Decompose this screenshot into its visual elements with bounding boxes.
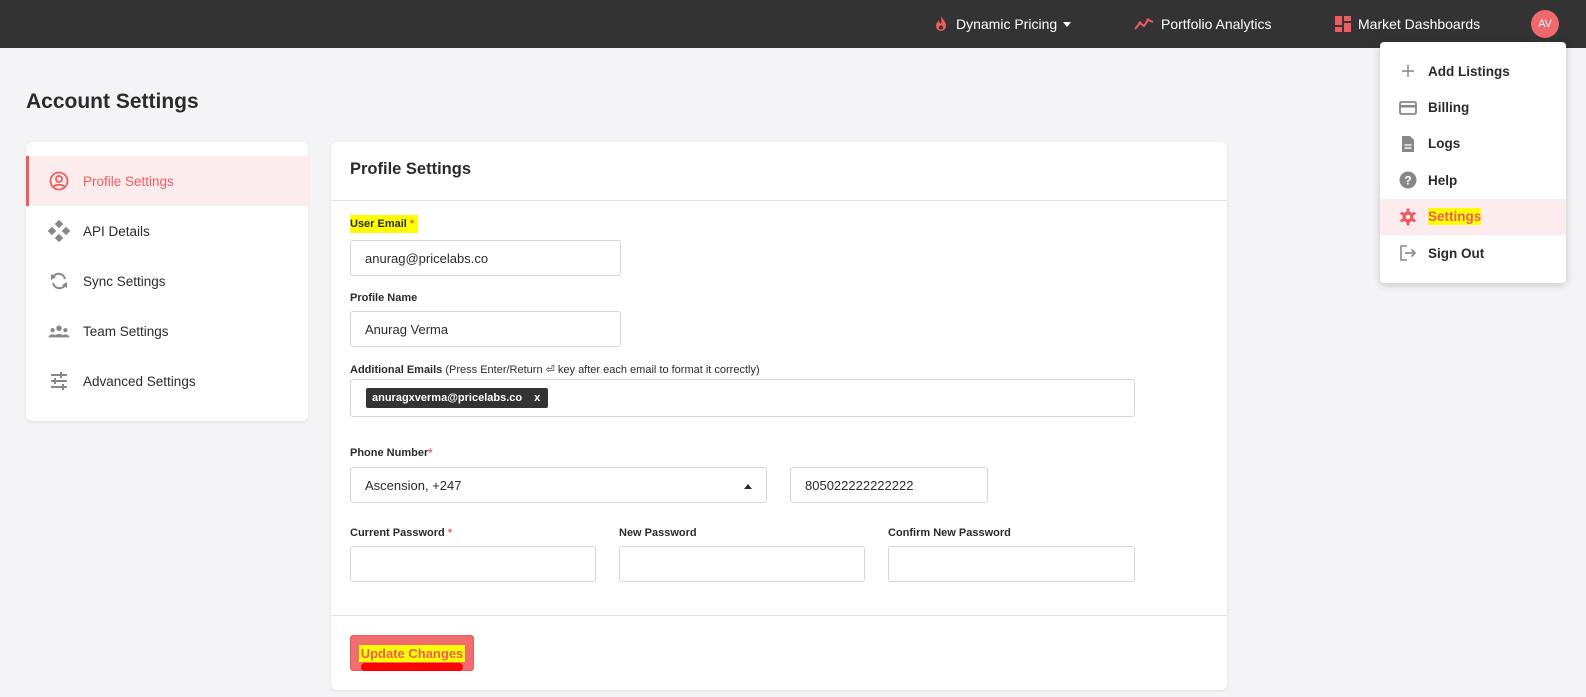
page-title: Account Settings	[26, 90, 199, 113]
nav-market-dashboards[interactable]: Market Dashboards	[1335, 0, 1480, 48]
divider	[331, 615, 1227, 616]
plus-icon	[1398, 61, 1418, 81]
sidebar-item-label: Advanced Settings	[83, 373, 196, 389]
menu-item-logs[interactable]: Logs	[1380, 126, 1566, 162]
sliders-icon	[48, 370, 70, 392]
additional-emails-label: Additional Emails (Press Enter/Return ⏎ …	[350, 363, 760, 376]
confirm-password-label: Confirm New Password	[888, 527, 1011, 539]
sidebar-item-label: Profile Settings	[83, 173, 174, 189]
menu-item-help[interactable]: ? Help	[1380, 162, 1566, 198]
additional-emails-label-text: Additional Emails	[350, 364, 443, 376]
settings-sidebar: Profile Settings API Details Sync Settin…	[26, 142, 308, 421]
email-tag-label: anuragxverma@pricelabs.co	[372, 392, 523, 404]
user-circle-icon	[48, 170, 70, 192]
sidebar-item-profile-settings[interactable]: Profile Settings	[26, 156, 308, 206]
required-mark: *	[428, 447, 433, 459]
gear-icon	[1398, 207, 1418, 227]
api-icon	[48, 220, 70, 242]
dashboard-icon	[1335, 16, 1351, 32]
team-icon	[48, 320, 70, 342]
card-title: Profile Settings	[350, 160, 472, 178]
additional-emails-input[interactable]: anuragxverma@pricelabs.co x	[350, 379, 1135, 417]
current-password-label: Current Password *	[350, 527, 452, 539]
sidebar-item-team-settings[interactable]: Team Settings	[26, 306, 308, 356]
help-icon: ?	[1398, 170, 1418, 190]
profile-name-label: Profile Name	[350, 292, 418, 304]
sidebar-item-api-details[interactable]: API Details	[26, 206, 308, 256]
profile-settings-card: Profile Settings User Email * anurag@pri…	[331, 142, 1227, 690]
menu-item-sign-out[interactable]: Sign Out	[1380, 235, 1566, 271]
new-password-label: New Password	[619, 527, 697, 539]
account-dropdown-menu: Add Listings Billing Logs ? Help Setting…	[1380, 42, 1566, 283]
user-email-label: User Email *	[350, 215, 419, 233]
sidebar-item-sync-settings[interactable]: Sync Settings	[26, 256, 308, 306]
additional-emails-hint: (Press Enter/Return ⏎ key after each ema…	[445, 364, 760, 376]
menu-item-billing[interactable]: Billing	[1380, 89, 1566, 125]
caret-up-icon	[744, 484, 752, 489]
svg-text:?: ?	[1404, 174, 1411, 188]
nav-dynamic-pricing[interactable]: Dynamic Pricing	[933, 0, 1072, 48]
confirm-password-field[interactable]	[888, 546, 1135, 582]
sign-out-icon	[1398, 243, 1418, 263]
annotation-underline	[361, 663, 463, 671]
menu-item-label: Help	[1428, 172, 1458, 188]
menu-item-add-listings[interactable]: Add Listings	[1380, 53, 1566, 89]
divider	[331, 200, 1227, 201]
menu-item-label: Add Listings	[1428, 63, 1510, 79]
user-email-label-text: User Email	[350, 218, 407, 230]
top-nav: Dynamic Pricing Portfolio Analytics Mark…	[0, 0, 1586, 48]
phone-number-label-text: Phone Number	[350, 447, 429, 459]
email-tag: anuragxverma@pricelabs.co x	[366, 388, 549, 408]
required-mark: *	[447, 527, 453, 539]
current-password-label-text: Current Password	[350, 527, 445, 539]
menu-item-label: Settings	[1428, 208, 1482, 226]
phone-number-label: Phone Number*	[350, 447, 433, 459]
menu-item-label: Sign Out	[1428, 245, 1485, 261]
profile-name-field[interactable]: Anurag Verma	[350, 311, 621, 347]
menu-item-label: Billing	[1428, 100, 1470, 116]
flame-icon	[933, 15, 949, 33]
document-icon	[1398, 134, 1418, 154]
sidebar-item-advanced-settings[interactable]: Advanced Settings	[26, 356, 308, 406]
user-email-field[interactable]: anurag@pricelabs.co	[350, 240, 621, 276]
update-changes-label: Update Changes	[358, 644, 466, 662]
required-mark: *	[409, 218, 415, 230]
country-code-value: Ascension, +247	[365, 477, 462, 493]
trend-chart-icon	[1134, 17, 1154, 31]
chevron-down-icon	[1063, 21, 1072, 27]
new-password-field[interactable]	[619, 546, 865, 582]
sync-icon	[48, 270, 70, 292]
nav-portfolio-analytics-label: Portfolio Analytics	[1161, 16, 1272, 32]
phone-number-field[interactable]: 805022222222222	[790, 467, 988, 503]
sidebar-item-label: API Details	[83, 223, 150, 239]
nav-dynamic-pricing-label: Dynamic Pricing	[956, 16, 1058, 32]
sidebar-item-label: Team Settings	[83, 323, 169, 339]
menu-item-settings[interactable]: Settings	[1380, 198, 1566, 235]
country-code-select[interactable]: Ascension, +247	[350, 467, 767, 503]
nav-portfolio-analytics[interactable]: Portfolio Analytics	[1134, 0, 1272, 48]
sidebar-item-label: Sync Settings	[83, 273, 166, 289]
menu-item-label: Logs	[1428, 136, 1461, 152]
credit-card-icon	[1398, 98, 1418, 118]
tag-remove-button[interactable]: x	[534, 392, 540, 404]
current-password-field[interactable]	[350, 546, 596, 582]
nav-market-dashboards-label: Market Dashboards	[1358, 16, 1481, 32]
avatar[interactable]: AV	[1531, 10, 1559, 38]
